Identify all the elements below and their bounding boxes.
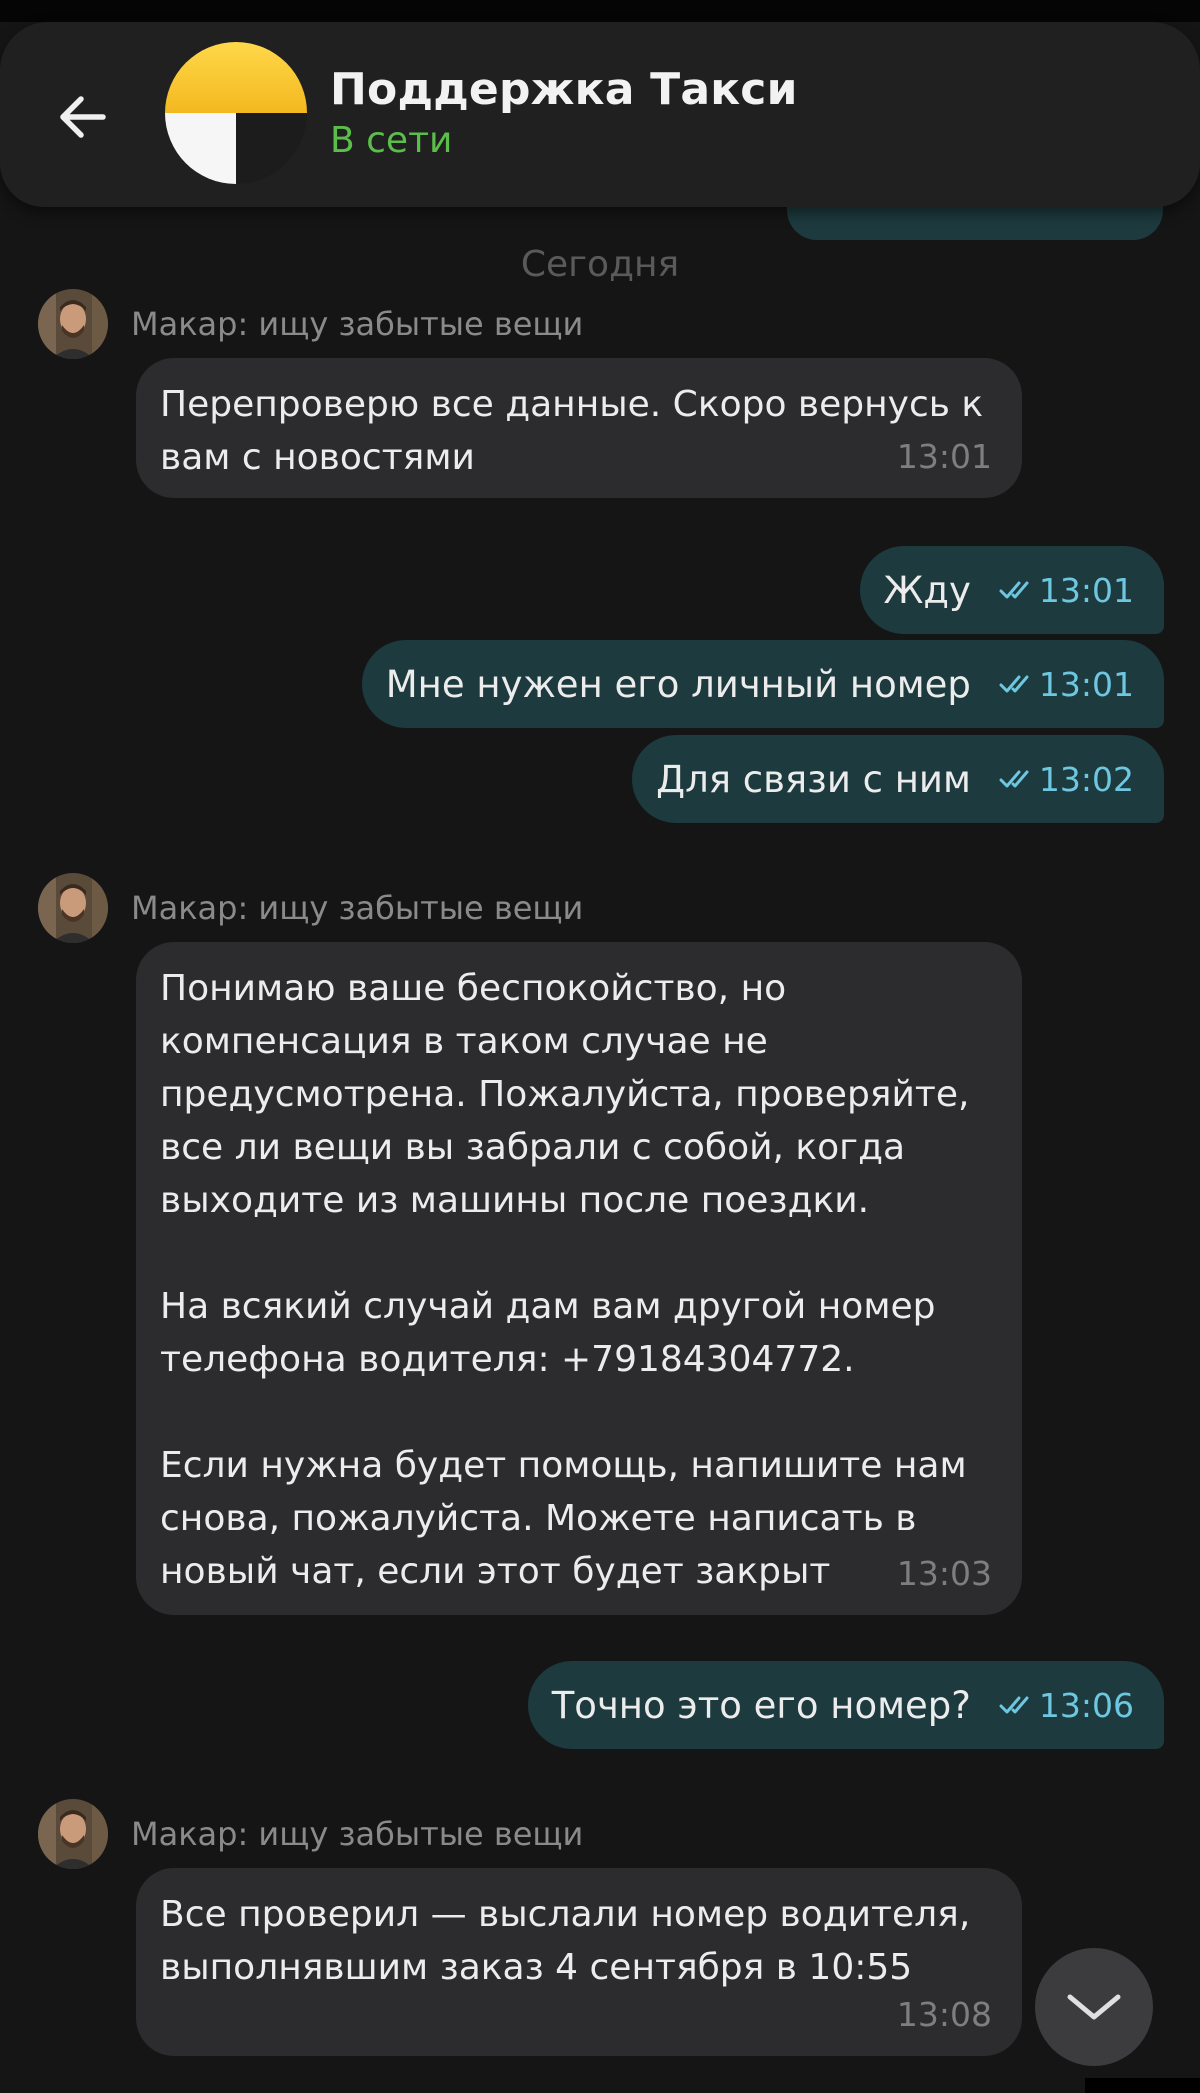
message-bubble-outgoing[interactable]: Жду 13:01	[859, 546, 1164, 634]
message-meta: 13:01	[999, 665, 1134, 704]
message-time: 13:01	[1038, 570, 1134, 610]
message-text: Понимаю ваше беспокойство, но компенсаци…	[160, 968, 970, 1592]
status-bar	[0, 0, 1200, 22]
message-meta: 13:01	[999, 571, 1134, 610]
avatar[interactable]	[38, 1799, 108, 1869]
sender-row: Макар: ищу забытые вещи	[38, 1799, 583, 1869]
message-time: 13:06	[1038, 1685, 1134, 1725]
navigation-bar-edge	[1085, 2078, 1200, 2093]
message-time: 13:02	[1038, 759, 1134, 799]
double-check-icon	[999, 581, 1029, 599]
message-time: 13:03	[896, 1554, 992, 1593]
chat-header: Поддержка Такси В сети	[0, 22, 1200, 207]
message-time: 13:08	[896, 1995, 992, 2034]
back-button[interactable]	[50, 84, 116, 150]
message-text: Для связи с ним	[656, 757, 971, 801]
scroll-down-button[interactable]	[1035, 1948, 1153, 2066]
message-text: Перепроверю все данные. Скоро вернусь к …	[160, 384, 984, 478]
chevron-down-icon	[1067, 1994, 1121, 2020]
message-bubble-outgoing[interactable]: Для связи с ним 13:02	[632, 735, 1164, 823]
arrow-left-icon	[60, 96, 106, 138]
message-bubble-incoming[interactable]: Понимаю ваше беспокойство, но компенсаци…	[136, 942, 1022, 1615]
message-time: 13:01	[896, 437, 992, 476]
double-check-icon	[999, 675, 1029, 693]
message-bubble-outgoing[interactable]: Мне нужен его личный номер 13:01	[361, 640, 1164, 728]
message-meta: 13:02	[999, 760, 1134, 799]
sender-row: Макар: ищу забытые вещи	[38, 873, 583, 943]
chat-title: Поддержка Такси	[330, 64, 798, 115]
avatar[interactable]	[38, 289, 108, 359]
sender-name: Макар: ищу забытые вещи	[131, 305, 584, 343]
message-bubble-incoming[interactable]: Все проверил — выслали номер водителя, в…	[136, 1868, 1022, 2056]
message-text: Мне нужен его личный номер	[385, 662, 971, 706]
message-bubble-incoming[interactable]: Перепроверю все данные. Скоро вернусь к …	[136, 358, 1022, 498]
sender-row: Макар: ищу забытые вещи	[38, 289, 583, 359]
message-text: Точно это его номер?	[551, 1683, 971, 1727]
avatar[interactable]	[38, 873, 108, 943]
date-separator: Сегодня	[520, 244, 680, 285]
message-meta: 13:06	[999, 1686, 1134, 1725]
sender-name: Макар: ищу забытые вещи	[131, 889, 584, 927]
online-status: В сети	[330, 120, 453, 161]
message-text: Жду	[883, 568, 971, 612]
agent-avatar-icon	[38, 873, 108, 943]
support-avatar[interactable]	[165, 42, 307, 184]
double-check-icon	[999, 770, 1029, 788]
sender-name: Макар: ищу забытые вещи	[131, 1815, 584, 1853]
double-check-icon	[999, 1696, 1029, 1714]
message-text: Все проверил — выслали номер водителя, в…	[160, 1894, 971, 1988]
taxi-logo-icon	[165, 42, 307, 184]
message-time: 13:01	[1038, 664, 1134, 704]
agent-avatar-icon	[38, 289, 108, 359]
message-bubble-outgoing[interactable]: Точно это его номер? 13:06	[527, 1661, 1164, 1749]
agent-avatar-icon	[38, 1799, 108, 1869]
